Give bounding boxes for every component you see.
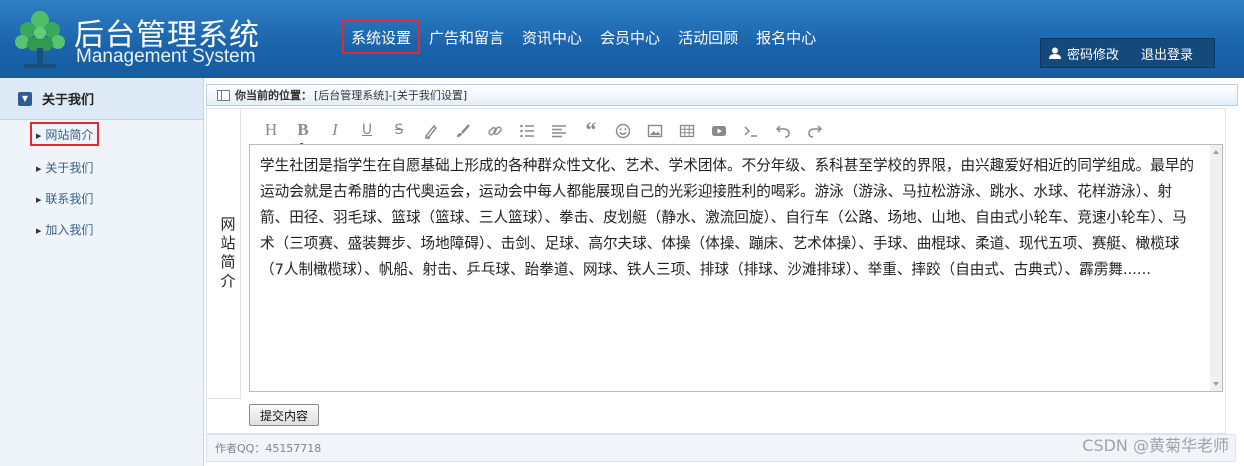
- breadcrumb: 你当前的位置： [后台管理系统]-[关于我们设置]: [206, 84, 1238, 106]
- editor-scrollbar[interactable]: [1210, 145, 1222, 391]
- nav-activity-review[interactable]: 活动回顾: [669, 20, 747, 54]
- video-icon[interactable]: [703, 121, 735, 139]
- code-icon[interactable]: [735, 121, 767, 139]
- breadcrumb-label: 你当前的位置：: [235, 89, 312, 102]
- table-icon[interactable]: [671, 121, 703, 139]
- underline-icon[interactable]: U: [351, 122, 383, 138]
- nav-news-center[interactable]: 资讯中心: [513, 20, 591, 54]
- nav-ads-messages[interactable]: 广告和留言: [420, 20, 513, 54]
- app-header: 后台管理系统 Management System 系统设置 广告和留言 资讯中心…: [0, 0, 1244, 78]
- nav-system-settings[interactable]: 系统设置: [342, 20, 421, 54]
- sidebar-heading[interactable]: ▼ 关于我们: [0, 78, 203, 120]
- field-label: 网站简介: [218, 215, 237, 292]
- editor-toolbar: H B I U S “: [255, 119, 831, 146]
- logout-link[interactable]: 退出登录: [1141, 44, 1193, 63]
- sidebar-item-about-us[interactable]: ▶ 关于我们: [30, 155, 99, 179]
- main-content: 你当前的位置： [后台管理系统]-[关于我们设置] 网站简介 H B I U S…: [204, 78, 1244, 466]
- user-box: 密码修改 退出登录: [1040, 38, 1215, 68]
- align-icon[interactable]: [543, 121, 575, 139]
- tree-logo-icon: [15, 11, 65, 68]
- collapse-icon: ▼: [18, 91, 32, 106]
- triangle-right-icon: ▶: [36, 165, 42, 173]
- sidebar: ▼ 关于我们 ▶ 网站简介 ▶ 关于我们 ▶ 联系我们 ▶ 加入我们: [0, 78, 204, 466]
- triangle-right-icon: ▶: [36, 132, 42, 140]
- scroll-up-icon[interactable]: [1213, 150, 1219, 154]
- undo-icon[interactable]: [767, 121, 799, 139]
- breadcrumb-path: [后台管理系统]-[关于我们设置]: [314, 89, 468, 102]
- sidebar-item-label: 关于我们: [45, 161, 94, 175]
- top-nav: 系统设置 广告和留言 资讯中心 会员中心 活动回顾 报名中心: [342, 20, 825, 54]
- quote-icon[interactable]: “: [575, 119, 607, 141]
- sidebar-heading-label: 关于我们: [42, 93, 95, 108]
- sidebar-item-site-intro[interactable]: ▶ 网站简介: [30, 122, 100, 146]
- sidebar-item-label: 加入我们: [45, 223, 94, 237]
- submit-button[interactable]: 提交内容: [249, 404, 319, 426]
- strikethrough-icon[interactable]: S: [383, 122, 415, 138]
- sidebar-item-join-us[interactable]: ▶ 加入我们: [30, 217, 99, 241]
- nav-member-center[interactable]: 会员中心: [591, 20, 669, 54]
- author-contact: 作者QQ：45157718: [215, 442, 322, 455]
- heading-icon[interactable]: H: [255, 120, 287, 140]
- watermark: CSDN @黄菊华老师: [1082, 436, 1229, 455]
- field-label-cell: 网站简介: [207, 109, 241, 399]
- editor-content[interactable]: 学生社团是指学生在自愿基础上形成的各种群众性文化、艺术、学术团体。不分年级、系科…: [260, 153, 1200, 283]
- emoji-icon[interactable]: [607, 121, 639, 139]
- italic-icon[interactable]: I: [319, 120, 351, 140]
- app-subtitle: Management System: [76, 46, 256, 67]
- sidebar-item-label: 联系我们: [45, 192, 94, 206]
- redo-icon[interactable]: [799, 121, 831, 139]
- highlight-icon[interactable]: [415, 121, 447, 139]
- sidebar-item-contact-us[interactable]: ▶ 联系我们: [30, 186, 99, 210]
- list-icon[interactable]: [511, 121, 543, 139]
- sidebar-item-label: 网站简介: [45, 128, 94, 142]
- user-icon: [1049, 47, 1061, 59]
- brush-icon[interactable]: [447, 121, 479, 139]
- change-password-link[interactable]: 密码修改: [1067, 44, 1119, 63]
- edit-form: 网站简介 H B I U S “ 学生社团是指学生在自愿基础上形成的各种群众性文…: [206, 108, 1226, 434]
- bold-icon[interactable]: B: [287, 120, 319, 146]
- image-icon[interactable]: [639, 121, 671, 139]
- triangle-right-icon: ▶: [36, 196, 42, 204]
- link-icon[interactable]: [479, 121, 511, 139]
- window-icon: [217, 89, 230, 101]
- triangle-right-icon: ▶: [36, 227, 42, 235]
- scroll-down-icon[interactable]: [1213, 382, 1219, 386]
- submit-row: 提交内容: [207, 399, 1225, 433]
- rich-text-editor[interactable]: 学生社团是指学生在自愿基础上形成的各种群众性文化、艺术、学术团体。不分年级、系科…: [249, 144, 1223, 392]
- nav-signup-center[interactable]: 报名中心: [747, 20, 825, 54]
